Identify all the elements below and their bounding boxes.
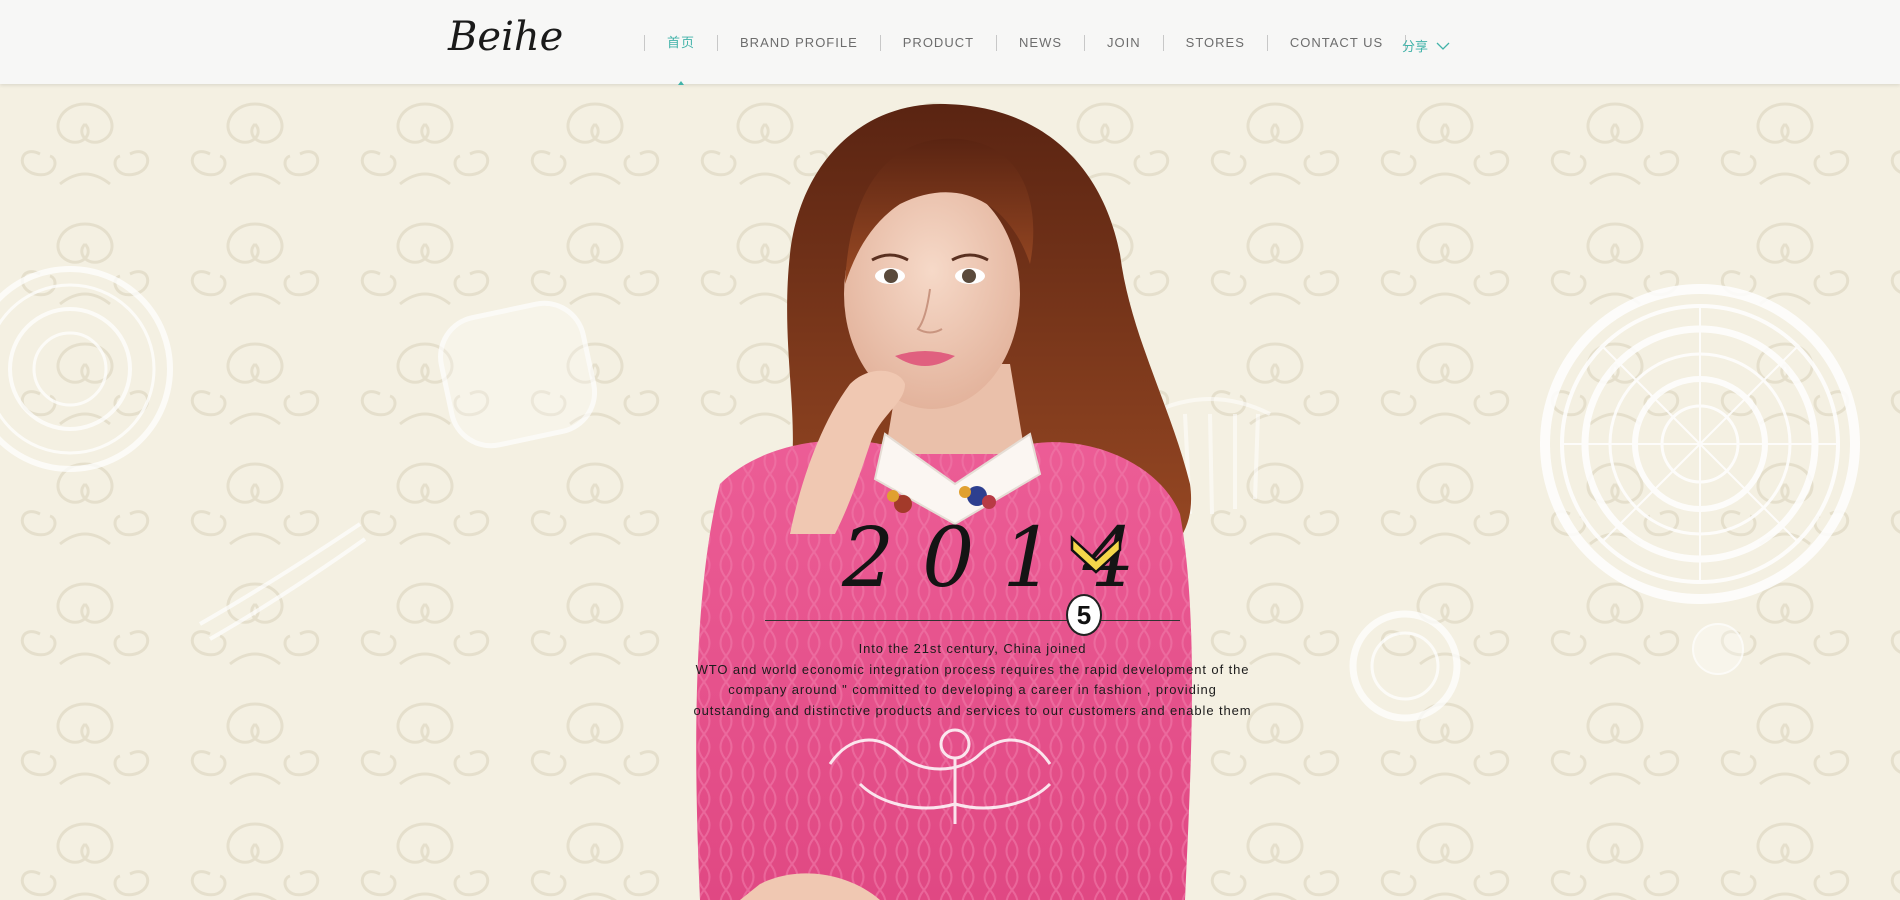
sergeant-stripes-icon [1070, 535, 1122, 574]
chevron-down-icon [1436, 42, 1450, 50]
nav-item-contact-us[interactable]: CONTACT US [1268, 30, 1405, 56]
hero-banner: 2014 5 Into the 21st century, China join… [0, 84, 1900, 900]
site-header: Beihe 首页 BRAND PROFILE PRODUCT NEWS JOIN… [0, 0, 1900, 85]
nav-item-join[interactable]: JOIN [1085, 30, 1163, 56]
nav-item-product[interactable]: PRODUCT [881, 30, 996, 56]
share-dropdown[interactable]: 分享 [1402, 36, 1450, 55]
brand-story-text: Into the 21st century, China joined WTO … [660, 639, 1285, 721]
story-line: Into the 21st century, China joined [858, 641, 1087, 656]
nav-item-home[interactable]: 首页 [645, 30, 717, 85]
brand-logo[interactable]: Beihe [448, 14, 563, 60]
main-nav: 首页 BRAND PROFILE PRODUCT NEWS JOIN STORE… [644, 30, 1407, 85]
story-line: outstanding and distinctive products and… [693, 702, 1252, 718]
story-line: company around " committed to developing… [728, 682, 1217, 697]
nav-item-news[interactable]: NEWS [997, 30, 1084, 56]
share-label: 分享 [1402, 39, 1429, 54]
nav-item-stores[interactable]: STORES [1164, 30, 1267, 56]
nav-item-brand-profile[interactable]: BRAND PROFILE [718, 30, 880, 56]
number-badge: 5 [1066, 594, 1102, 636]
heading-divider [765, 620, 1180, 621]
fashion-model-image [696, 104, 1192, 900]
story-line: WTO and world economic integration proce… [695, 661, 1250, 677]
